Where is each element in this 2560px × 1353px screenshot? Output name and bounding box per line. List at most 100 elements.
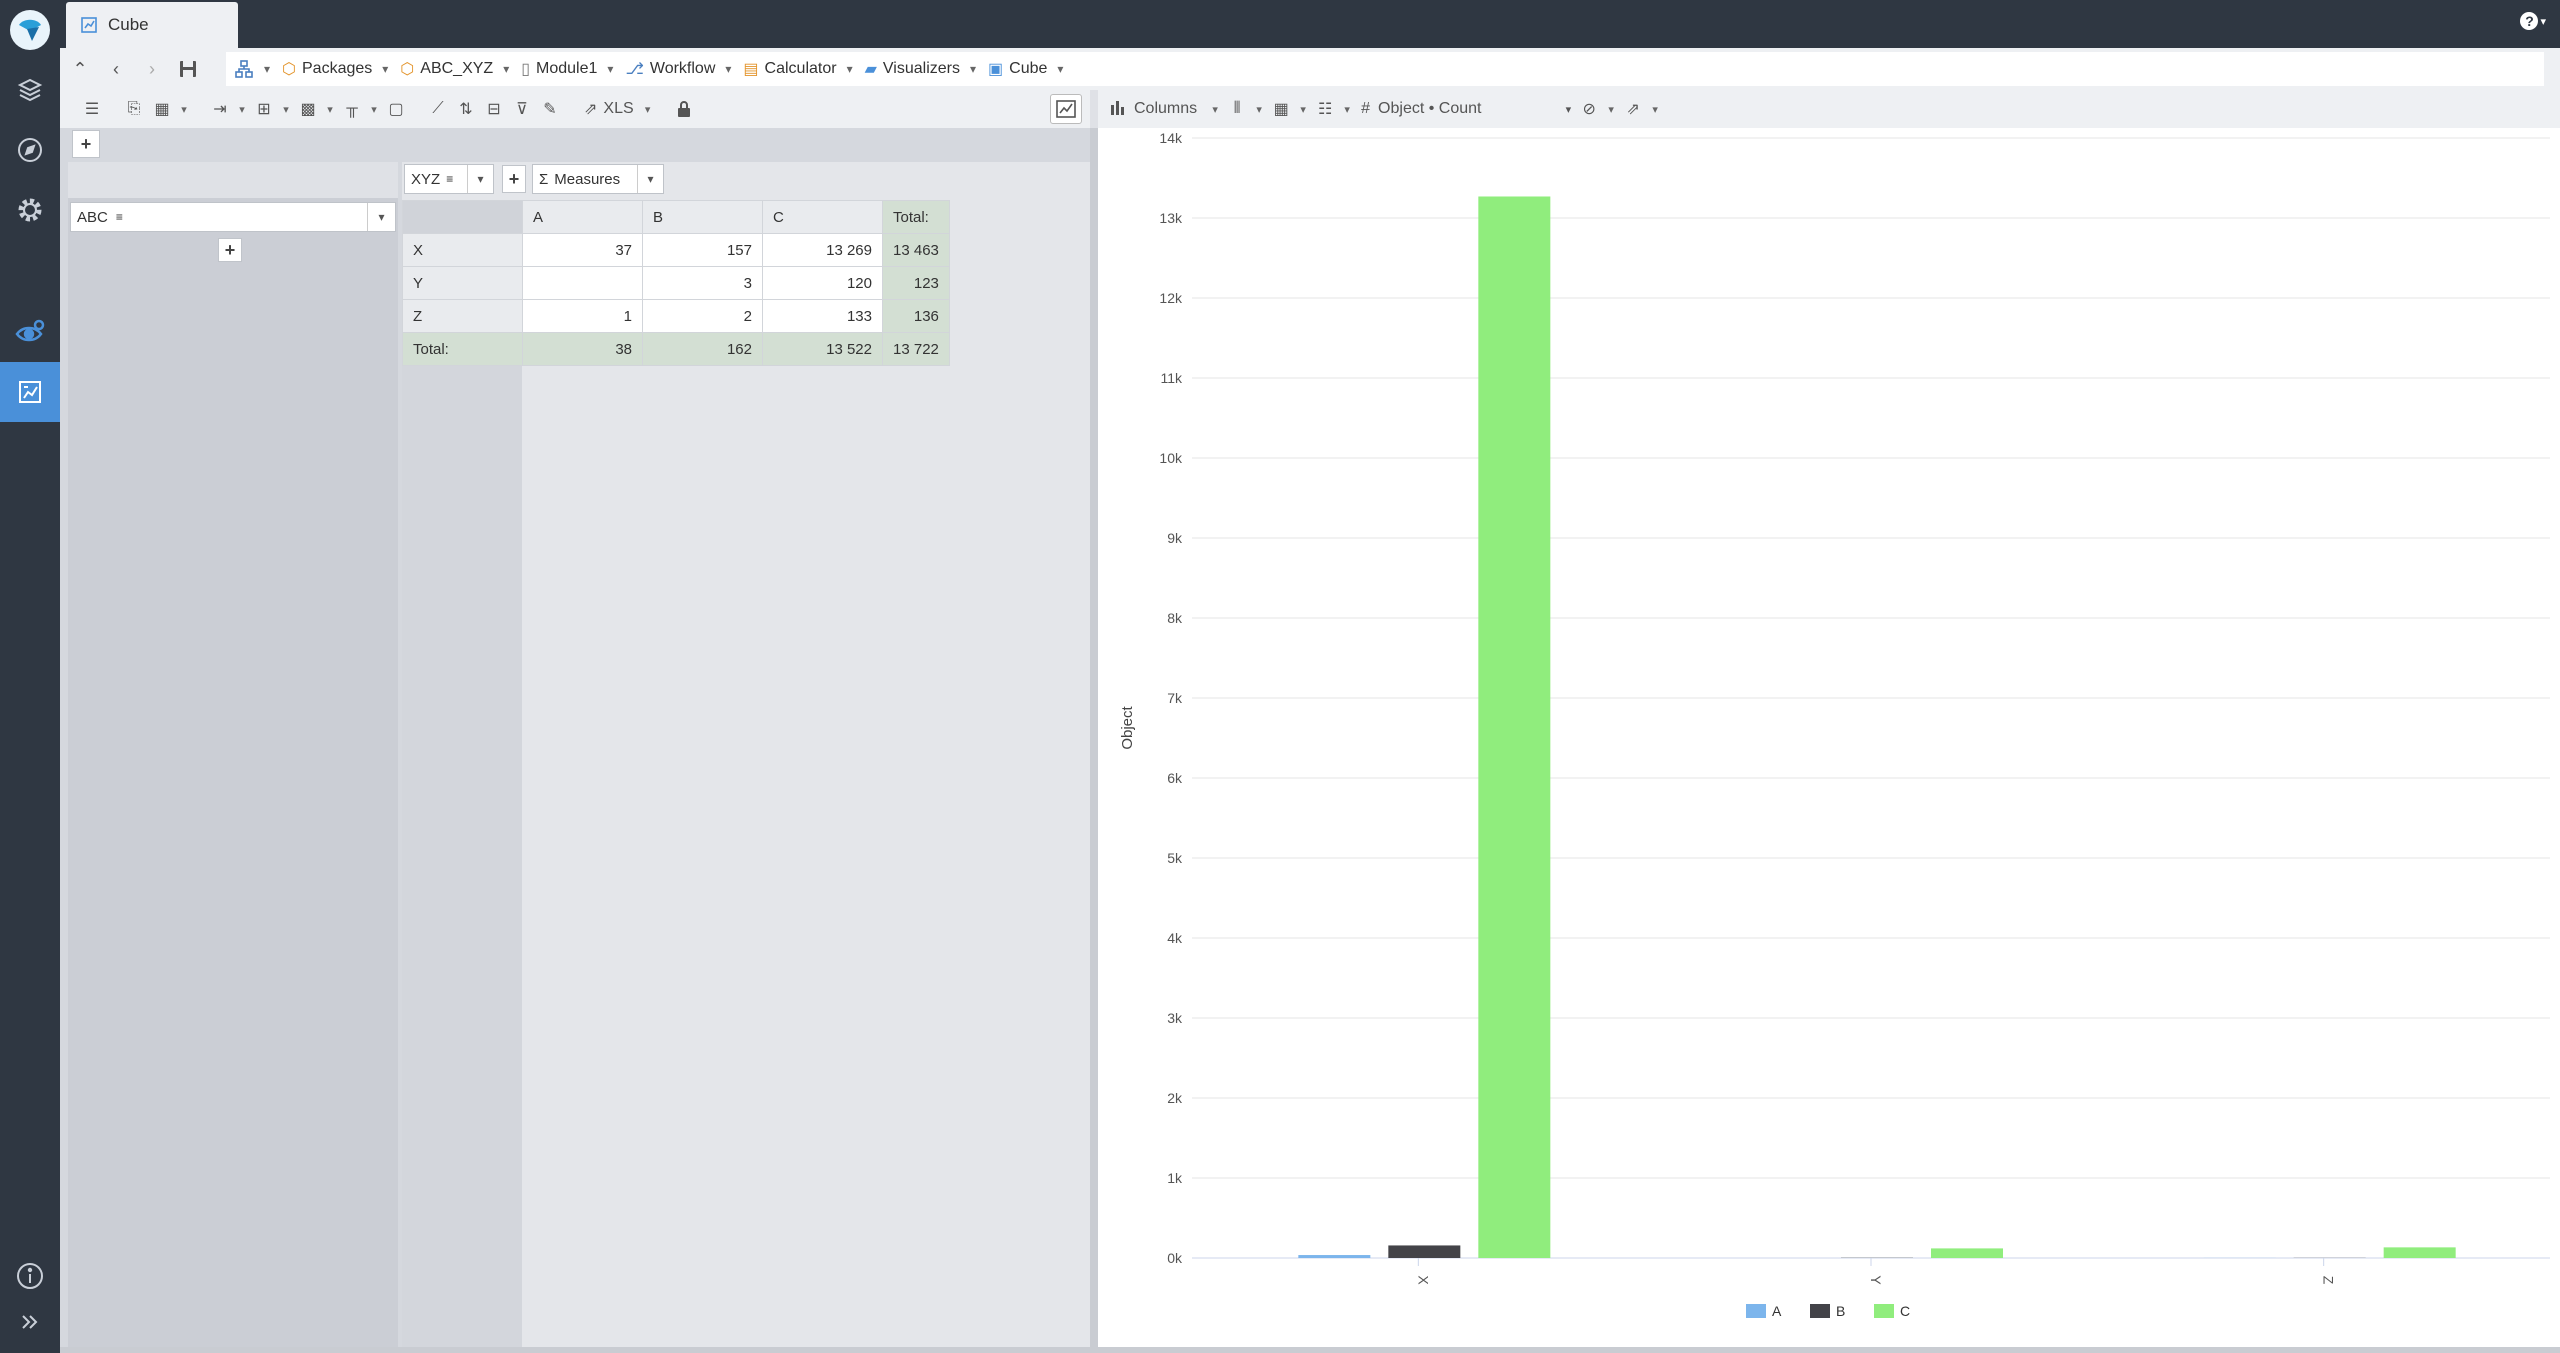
breadcrumb-bar: ⌃ ‹ › ▾ ⬡ Packages ▾ ⬡ ABC_XYZ ▾ ▯ Modul… <box>60 48 2560 90</box>
chevron-down-icon: ▾ <box>725 62 732 76</box>
y-tick-label: 4k <box>1167 930 1183 946</box>
chevron-down-icon: ▾ <box>264 62 271 76</box>
frame-icon[interactable]: ▢ <box>382 90 410 128</box>
chevron-down-icon[interactable]: ▾ <box>234 90 250 128</box>
chevron-down-icon[interactable]: ▾ <box>1251 90 1267 128</box>
chart-toggle-icon[interactable] <box>1050 94 1082 124</box>
breadcrumb-item-calculator[interactable]: ▤ Calculator ▾ <box>743 59 852 79</box>
layout-icon[interactable]: ▩ <box>294 90 322 128</box>
row-field-abc[interactable]: ABC ≡ ▾ <box>70 202 396 232</box>
total-cell[interactable]: 162 <box>642 332 763 366</box>
cube-visualizer-icon[interactable] <box>0 362 60 422</box>
app-logo-icon[interactable] <box>10 10 50 50</box>
gear-icon[interactable] <box>0 180 60 240</box>
chevron-down-icon[interactable]: ▾ <box>322 90 338 128</box>
compass-icon[interactable] <box>0 120 60 180</box>
chevron-down-icon[interactable]: ▾ <box>1603 90 1619 128</box>
column-header[interactable]: A <box>522 200 643 234</box>
save-icon[interactable] <box>170 48 206 90</box>
table-icon[interactable]: ▦ <box>148 90 176 128</box>
chevron-down-icon[interactable]: ▾ <box>1647 90 1663 128</box>
chevron-down-icon[interactable]: ▾ <box>467 165 493 193</box>
measure-select[interactable]: # Object • Count ▾ <box>1355 90 1575 128</box>
table-cell[interactable]: 3 <box>642 266 763 300</box>
table-cell[interactable]: 120 <box>762 266 883 300</box>
chevron-down-icon[interactable]: ▾ <box>637 165 663 193</box>
help-menu[interactable]: ? ▾ <box>2520 12 2546 30</box>
total-cell[interactable]: 13 463 <box>882 233 950 267</box>
column-header[interactable]: B <box>642 200 763 234</box>
y-tick-label: 1k <box>1167 1170 1183 1186</box>
chevron-down-icon[interactable]: ▾ <box>640 90 656 128</box>
brush-icon[interactable]: ✎ <box>536 90 564 128</box>
preview-icon[interactable]: ⎘ <box>120 90 148 128</box>
bottom-splitter[interactable] <box>60 1347 2560 1353</box>
legend-icon[interactable]: ☷ <box>1311 90 1339 128</box>
filter-icon[interactable]: ⊽ <box>508 90 536 128</box>
insert-icon[interactable]: ⊞ <box>250 90 278 128</box>
chevron-down-icon[interactable]: ▾ <box>278 90 294 128</box>
measures-field[interactable]: Σ Measures ▾ <box>532 164 664 194</box>
table-cell[interactable]: 157 <box>642 233 763 267</box>
add-column-field-button[interactable]: + <box>502 165 526 193</box>
chevron-down-icon: ▾ <box>2540 15 2546 28</box>
total-cell[interactable]: 123 <box>882 266 950 300</box>
back-icon[interactable]: ‹ <box>98 48 134 90</box>
indent-icon[interactable]: ⇥ <box>206 90 234 128</box>
column-field-xyz[interactable]: XYZ ≡ ▾ <box>404 164 494 194</box>
chevron-down-icon[interactable]: ▾ <box>176 90 192 128</box>
row-field-label: ABC <box>77 208 108 226</box>
breadcrumb-hierarchy[interactable]: ▾ <box>234 59 270 79</box>
chevron-down-icon[interactable]: ▾ <box>366 90 382 128</box>
table-cell[interactable]: 1 <box>522 299 643 333</box>
breadcrumb-item-visualizers[interactable]: ▰ Visualizers ▾ <box>865 59 976 79</box>
forward-icon[interactable]: › <box>134 48 170 90</box>
chevron-down-icon[interactable]: ▾ <box>1295 90 1311 128</box>
table-cell[interactable] <box>522 266 643 300</box>
columns-layout-icon[interactable]: ╥ <box>338 90 366 128</box>
table-cell[interactable]: 133 <box>762 299 883 333</box>
row-header[interactable]: Y <box>402 266 523 300</box>
total-cell[interactable]: 13 522 <box>762 332 883 366</box>
total-row: Total: 38 162 13 522 13 722 <box>402 332 950 366</box>
lock-icon[interactable] <box>670 90 698 128</box>
column-header[interactable]: C <box>762 200 883 234</box>
row-header[interactable]: Z <box>402 299 523 333</box>
breadcrumb-item-cube[interactable]: ▣ Cube ▾ <box>988 59 1063 79</box>
total-cell[interactable]: 136 <box>882 299 950 333</box>
breadcrumb-item-packages[interactable]: ⬡ Packages ▾ <box>282 59 388 79</box>
no-entry-icon[interactable]: ⊘ <box>1575 90 1603 128</box>
breadcrumb-item-abc-xyz[interactable]: ⬡ ABC_XYZ ▾ <box>400 59 509 79</box>
share-icon[interactable]: ⇗ <box>1619 90 1647 128</box>
list-icon[interactable]: ☰ <box>78 90 106 128</box>
grid-icon[interactable]: ▦ <box>1267 90 1295 128</box>
layers-icon[interactable] <box>0 60 60 120</box>
chart-type-button[interactable]: Columns <box>1110 90 1207 128</box>
chevron-down-icon[interactable]: ▾ <box>1339 90 1355 128</box>
breadcrumb-item-module1[interactable]: ▯ Module1 ▾ <box>521 59 613 79</box>
breadcrumb-item-workflow[interactable]: ⎇ Workflow ▾ <box>625 59 731 79</box>
chevron-down-icon[interactable]: ▾ <box>1207 90 1223 128</box>
up-icon[interactable]: ⌃ <box>62 48 98 90</box>
table-cell[interactable]: 13 269 <box>762 233 883 267</box>
sort-filter-icon[interactable]: ⇅ <box>452 90 480 128</box>
total-cell[interactable]: 38 <box>522 332 643 366</box>
axis-icon[interactable]: ⟋ <box>424 90 452 128</box>
table-cell[interactable]: 2 <box>642 299 763 333</box>
add-filter-button[interactable]: + <box>72 130 100 158</box>
eye-gear-icon[interactable] <box>0 302 60 362</box>
expand-sidebar-icon[interactable] <box>0 1292 60 1352</box>
pane-splitter[interactable] <box>1090 128 1098 1353</box>
table-cell[interactable]: 37 <box>522 233 643 267</box>
total-cell[interactable]: 13 722 <box>882 332 950 366</box>
y-tick-label: 3k <box>1167 1010 1183 1026</box>
export-button[interactable]: ⇗ XLS <box>578 90 640 128</box>
y-tick-label: 2k <box>1167 1090 1183 1106</box>
document-tab[interactable]: Cube <box>66 2 238 48</box>
series-layout-icon[interactable]: ⫴ <box>1223 90 1251 128</box>
grid-settings-icon[interactable]: ⊟ <box>480 90 508 128</box>
chevron-down-icon[interactable]: ▾ <box>367 203 395 231</box>
add-row-field-button[interactable]: + <box>218 238 242 262</box>
row-header[interactable]: X <box>402 233 523 267</box>
y-tick-label: 6k <box>1167 770 1183 786</box>
